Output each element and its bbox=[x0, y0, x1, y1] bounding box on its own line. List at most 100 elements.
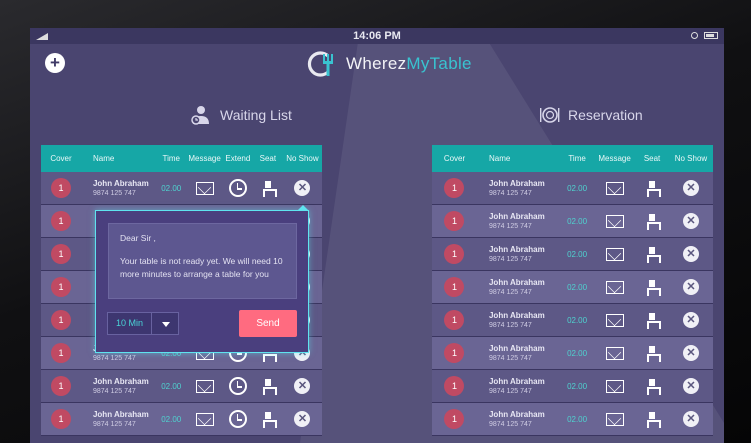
envelope-icon[interactable] bbox=[605, 379, 624, 393]
chevron-down-icon[interactable] bbox=[152, 313, 178, 334]
envelope-icon[interactable] bbox=[605, 412, 624, 426]
message-popup: Dear Sir , Your table is not ready yet. … bbox=[95, 205, 309, 353]
chair-icon[interactable] bbox=[647, 412, 662, 428]
envelope-icon[interactable] bbox=[195, 412, 214, 426]
chair-icon[interactable] bbox=[647, 379, 662, 395]
chair-icon[interactable] bbox=[262, 412, 277, 428]
close-icon[interactable]: ✕ bbox=[682, 411, 699, 427]
waiting-list-tab[interactable]: Waiting List bbox=[190, 101, 292, 129]
chair-icon[interactable] bbox=[647, 280, 662, 296]
logo-text-part2: MyTable bbox=[406, 54, 472, 73]
message-cell bbox=[594, 172, 635, 204]
guest-phone: 9874 125 747 bbox=[488, 256, 532, 263]
seat-cell bbox=[253, 403, 283, 435]
cover-cell: 1 bbox=[432, 403, 477, 435]
no-show-cell: ✕ bbox=[283, 403, 322, 435]
cover-cell: 1 bbox=[41, 238, 81, 270]
chair-icon[interactable] bbox=[647, 346, 662, 362]
cover-badge: 1 bbox=[50, 376, 71, 396]
cover-badge: 1 bbox=[444, 211, 465, 231]
envelope-icon[interactable] bbox=[605, 280, 624, 294]
close-icon[interactable]: ✕ bbox=[682, 180, 699, 196]
name-cell: John Abraham 9874 125 747 bbox=[81, 172, 156, 204]
guest-name: John Abraham bbox=[488, 278, 545, 287]
device-frame: 14:06 PM + WherezMyTable Waiting List Re… bbox=[0, 0, 751, 443]
guest-phone: 9874 125 747 bbox=[488, 190, 532, 197]
close-icon[interactable]: ✕ bbox=[682, 345, 699, 361]
cover-badge: 1 bbox=[50, 409, 71, 429]
chair-icon[interactable] bbox=[647, 214, 662, 230]
cover-badge: 1 bbox=[50, 310, 71, 330]
cover-cell: 1 bbox=[41, 271, 81, 303]
time-select-value: 10 Min bbox=[108, 313, 152, 334]
envelope-icon[interactable] bbox=[605, 313, 624, 327]
logo-text: WherezMyTable bbox=[346, 54, 472, 74]
popup-pointer bbox=[297, 205, 309, 211]
close-icon[interactable]: ✕ bbox=[682, 312, 699, 328]
envelope-icon[interactable] bbox=[195, 181, 214, 195]
message-cell bbox=[594, 238, 635, 270]
table-row: 1 John Abraham 9874 125 747 02.00 ✕ bbox=[432, 238, 713, 271]
seat-cell bbox=[635, 205, 669, 237]
cover-badge: 1 bbox=[50, 211, 71, 231]
cover-cell: 1 bbox=[41, 304, 81, 336]
cover-cell: 1 bbox=[432, 337, 477, 369]
chair-icon[interactable] bbox=[262, 181, 277, 197]
column-header-time: Time bbox=[162, 154, 180, 163]
cover-badge: 1 bbox=[444, 277, 465, 297]
close-icon[interactable]: ✕ bbox=[294, 378, 311, 394]
guest-phone: 9874 125 747 bbox=[92, 388, 136, 395]
envelope-icon[interactable] bbox=[605, 181, 624, 195]
message-body: Your table is not ready yet. We will nee… bbox=[120, 256, 283, 279]
cover-badge: 1 bbox=[444, 310, 465, 330]
send-button[interactable]: Send bbox=[239, 310, 297, 337]
cover-cell: 1 bbox=[432, 370, 477, 402]
message-cell bbox=[594, 403, 635, 435]
message-cell bbox=[186, 403, 223, 435]
envelope-icon[interactable] bbox=[605, 247, 624, 261]
chair-icon[interactable] bbox=[647, 181, 662, 197]
cover-badge: 1 bbox=[444, 343, 465, 363]
time-value: 02.00 bbox=[567, 414, 588, 424]
time-value: 02.00 bbox=[161, 381, 182, 391]
close-icon[interactable]: ✕ bbox=[682, 213, 699, 229]
cover-badge: 1 bbox=[444, 178, 465, 198]
close-icon[interactable]: ✕ bbox=[294, 180, 311, 196]
close-icon[interactable]: ✕ bbox=[682, 279, 699, 295]
clock-plus-icon[interactable] bbox=[228, 410, 247, 428]
column-header-no-show: No Show bbox=[286, 154, 319, 163]
clock-plus-icon[interactable] bbox=[228, 377, 247, 395]
envelope-icon[interactable] bbox=[195, 379, 214, 393]
message-textarea[interactable]: Dear Sir , Your table is not ready yet. … bbox=[108, 223, 297, 299]
time-value: 02.00 bbox=[567, 282, 588, 292]
seat-cell bbox=[635, 172, 669, 204]
envelope-icon[interactable] bbox=[605, 346, 624, 360]
add-button[interactable]: + bbox=[45, 53, 65, 73]
chair-icon[interactable] bbox=[262, 379, 277, 395]
close-icon[interactable]: ✕ bbox=[682, 378, 699, 394]
no-show-cell: ✕ bbox=[669, 205, 713, 237]
reservation-tab[interactable]: Reservation bbox=[538, 101, 643, 129]
guest-phone: 9874 125 747 bbox=[488, 388, 532, 395]
column-header-no-show: No Show bbox=[674, 154, 708, 163]
table-row: 1 John Abraham 9874 125 747 02.00 ✕ bbox=[432, 403, 713, 436]
logo-text-part1: Wherez bbox=[346, 54, 407, 73]
table-row: 1 John Abraham 9874 125 747 02.00 ✕ bbox=[432, 172, 713, 205]
seat-cell bbox=[253, 370, 283, 402]
cover-cell: 1 bbox=[432, 304, 477, 336]
cover-cell: 1 bbox=[432, 238, 477, 270]
status-bar: 14:06 PM bbox=[30, 28, 724, 44]
seat-cell bbox=[635, 238, 669, 270]
clock-plus-icon[interactable] bbox=[228, 179, 247, 197]
chair-icon[interactable] bbox=[647, 313, 662, 329]
cover-badge: 1 bbox=[50, 244, 71, 264]
close-icon[interactable]: ✕ bbox=[682, 246, 699, 262]
table-header: Cover Name Time Message Extend Seat No S… bbox=[41, 145, 322, 172]
chair-icon[interactable] bbox=[647, 247, 662, 263]
envelope-icon[interactable] bbox=[605, 214, 624, 228]
close-icon[interactable]: ✕ bbox=[294, 411, 311, 427]
time-select-dropdown[interactable]: 10 Min bbox=[107, 312, 179, 335]
message-cell bbox=[594, 304, 635, 336]
column-header-extend: Extend bbox=[225, 154, 251, 163]
guest-name: John Abraham bbox=[92, 179, 149, 188]
